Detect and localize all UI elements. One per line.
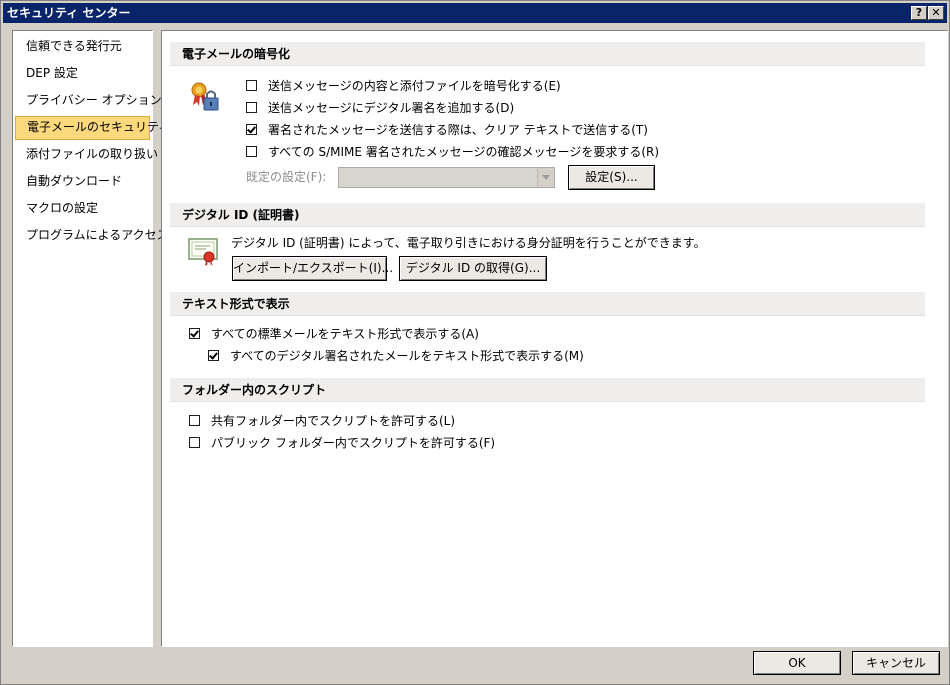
request-smime-receipt-option[interactable]: すべての S/MIME 署名されたメッセージの確認メッセージを要求する(R) [246, 143, 659, 161]
encrypt-contents-checkbox[interactable] [246, 80, 257, 91]
clear-text-signed-checkbox[interactable] [246, 124, 257, 135]
get-digital-id-button[interactable]: デジタル ID の取得(G)... [399, 256, 547, 281]
sidebar-item-attachment-handling[interactable]: 添付ファイルの取り扱い [13, 143, 158, 170]
security-center-window: セキュリティ センター ? ✕ 信頼できる発行元 DEP 設定 プライバシー オ… [0, 0, 950, 685]
clear-text-signed-option[interactable]: 署名されたメッセージを送信する際は、クリア テキストで送信する(T) [246, 121, 648, 139]
public-folder-scripts-option[interactable]: パブリック フォルダー内でスクリプトを許可する(F) [189, 434, 495, 452]
cancel-button[interactable]: キャンセル [852, 651, 940, 675]
title-bar: セキュリティ センター ? ✕ [3, 3, 947, 23]
read-signed-plain-text-checkbox[interactable] [208, 350, 219, 361]
digital-id-description: デジタル ID (証明書) によって、電子取り引きにおける身分証明を行うことがで… [231, 236, 706, 250]
shared-folder-scripts-option[interactable]: 共有フォルダー内でスクリプトを許可する(L) [189, 412, 455, 430]
read-all-plain-text-option[interactable]: すべての標準メールをテキスト形式で表示する(A) [189, 325, 479, 343]
public-folder-scripts-label: パブリック フォルダー内でスクリプトを許可する(F) [211, 436, 496, 450]
sidebar-item-email-security[interactable]: 電子メールのセキュリティ [15, 116, 170, 140]
read-signed-plain-text-option[interactable]: すべてのデジタル署名されたメールをテキスト形式で表示する(M) [208, 347, 584, 365]
sidebar-item-privacy-options[interactable]: プライバシー オプション [13, 89, 162, 116]
settings-button[interactable]: 設定(S)... [568, 165, 655, 190]
request-smime-receipt-checkbox[interactable] [246, 146, 257, 157]
chevron-down-icon[interactable] [537, 168, 554, 187]
read-all-plain-text-checkbox[interactable] [189, 328, 200, 339]
ok-button[interactable]: OK [753, 651, 841, 675]
sidebar-item-programmatic-access[interactable]: プログラムによるアクセス [13, 224, 169, 251]
section-header-plain-text: テキスト形式で表示 [170, 292, 925, 316]
clear-text-signed-label: 署名されたメッセージを送信する際は、クリア テキストで送信する(T) [268, 123, 648, 137]
section-header-encryption: 電子メールの暗号化 [170, 42, 925, 66]
help-button[interactable]: ? [911, 6, 927, 20]
shared-folder-scripts-checkbox[interactable] [189, 415, 200, 426]
add-signature-label: 送信メッセージにデジタル署名を追加する(D) [268, 101, 515, 115]
request-smime-receipt-label: すべての S/MIME 署名されたメッセージの確認メッセージを要求する(R) [268, 145, 660, 159]
sidebar-item-automatic-download[interactable]: 自動ダウンロード [13, 170, 152, 197]
read-all-plain-text-label: すべての標準メールをテキスト形式で表示する(A) [211, 327, 479, 341]
certificate-icon [188, 237, 220, 267]
encrypt-contents-label: 送信メッセージの内容と添付ファイルを暗号化する(E) [268, 79, 561, 93]
section-header-folder-scripts: フォルダー内のスクリプト [170, 378, 925, 402]
default-setting-label: 既定の設定(F): [246, 170, 327, 184]
content-panel: 電子メールの暗号化 送信メッセージの内容と添付ファイルを暗号化する(E) 送信メ… [161, 30, 948, 647]
encryption-lock-icon [190, 81, 220, 113]
shared-folder-scripts-label: 共有フォルダー内でスクリプトを許可する(L) [211, 414, 456, 428]
close-button[interactable]: ✕ [928, 6, 944, 20]
read-signed-plain-text-label: すべてのデジタル署名されたメールをテキスト形式で表示する(M) [230, 349, 584, 363]
default-setting-select[interactable] [338, 167, 555, 188]
add-signature-option[interactable]: 送信メッセージにデジタル署名を追加する(D) [246, 99, 514, 117]
sidebar: 信頼できる発行元 DEP 設定 プライバシー オプション 電子メールのセキュリテ… [12, 30, 170, 647]
sidebar-item-dep-settings[interactable]: DEP 設定 [13, 62, 152, 89]
public-folder-scripts-checkbox[interactable] [189, 437, 200, 448]
section-header-digital-id: デジタル ID (証明書) [170, 203, 925, 227]
window-title: セキュリティ センター [7, 6, 131, 20]
sidebar-item-macro-settings[interactable]: マクロの設定 [13, 197, 152, 224]
sidebar-item-trusted-publishers[interactable]: 信頼できる発行元 [13, 35, 152, 62]
add-signature-checkbox[interactable] [246, 102, 257, 113]
encrypt-contents-option[interactable]: 送信メッセージの内容と添付ファイルを暗号化する(E) [246, 77, 561, 95]
import-export-button[interactable]: インポート/エクスポート(I)... [232, 256, 393, 281]
